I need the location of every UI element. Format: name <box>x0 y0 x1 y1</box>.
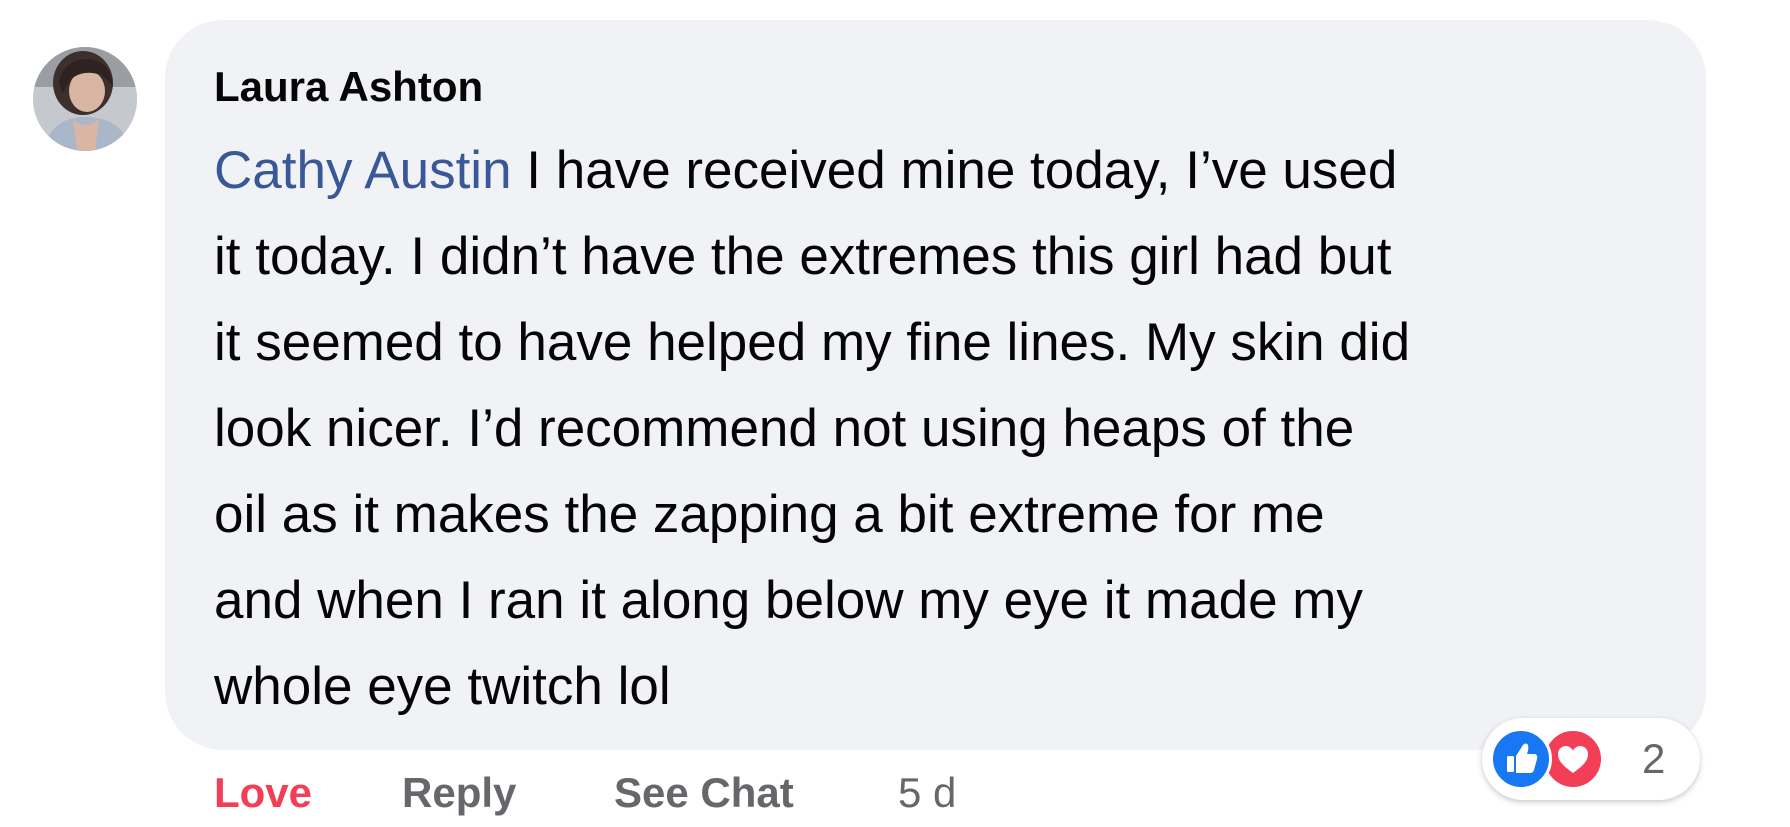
reply-button[interactable]: Reply <box>402 765 516 821</box>
comment-timestamp[interactable]: 5 d <box>898 765 956 821</box>
heart-glyph <box>1558 746 1588 773</box>
comment-line: and when I ran it along below my eye it … <box>214 571 1363 630</box>
avatar-photo <box>33 47 137 151</box>
see-chat-button[interactable]: See Chat <box>614 765 794 821</box>
mention-link[interactable]: Cathy Austin <box>214 141 512 200</box>
reaction-count: 2 <box>1642 735 1666 782</box>
comment-author[interactable]: Laura Ashton <box>214 62 483 112</box>
comment-line: oil as it makes the zapping a bit extrem… <box>214 485 1325 544</box>
thumbs-up-glyph <box>1507 743 1538 773</box>
avatar[interactable] <box>33 47 137 151</box>
like-icon <box>1490 728 1552 790</box>
comment-body: Cathy Austin I have received mine today,… <box>214 128 1684 730</box>
comment-line: whole eye twitch lol <box>214 657 671 716</box>
comment-line: it seemed to have helped my fine lines. … <box>214 313 1411 372</box>
comment-line: Cathy Austin I have received mine today,… <box>214 128 1684 214</box>
comment-line: look nicer. I’d recommend not using heap… <box>214 399 1355 458</box>
comment-line-text: I have received mine today, I’ve used <box>511 141 1398 200</box>
comment: Laura Ashton Cathy Austin I have receive… <box>0 0 1790 827</box>
reactions-summary[interactable]: 2 <box>1482 718 1700 800</box>
love-button[interactable]: Love <box>214 765 312 821</box>
comment-line: it today. I didn’t have the extremes thi… <box>214 227 1392 286</box>
